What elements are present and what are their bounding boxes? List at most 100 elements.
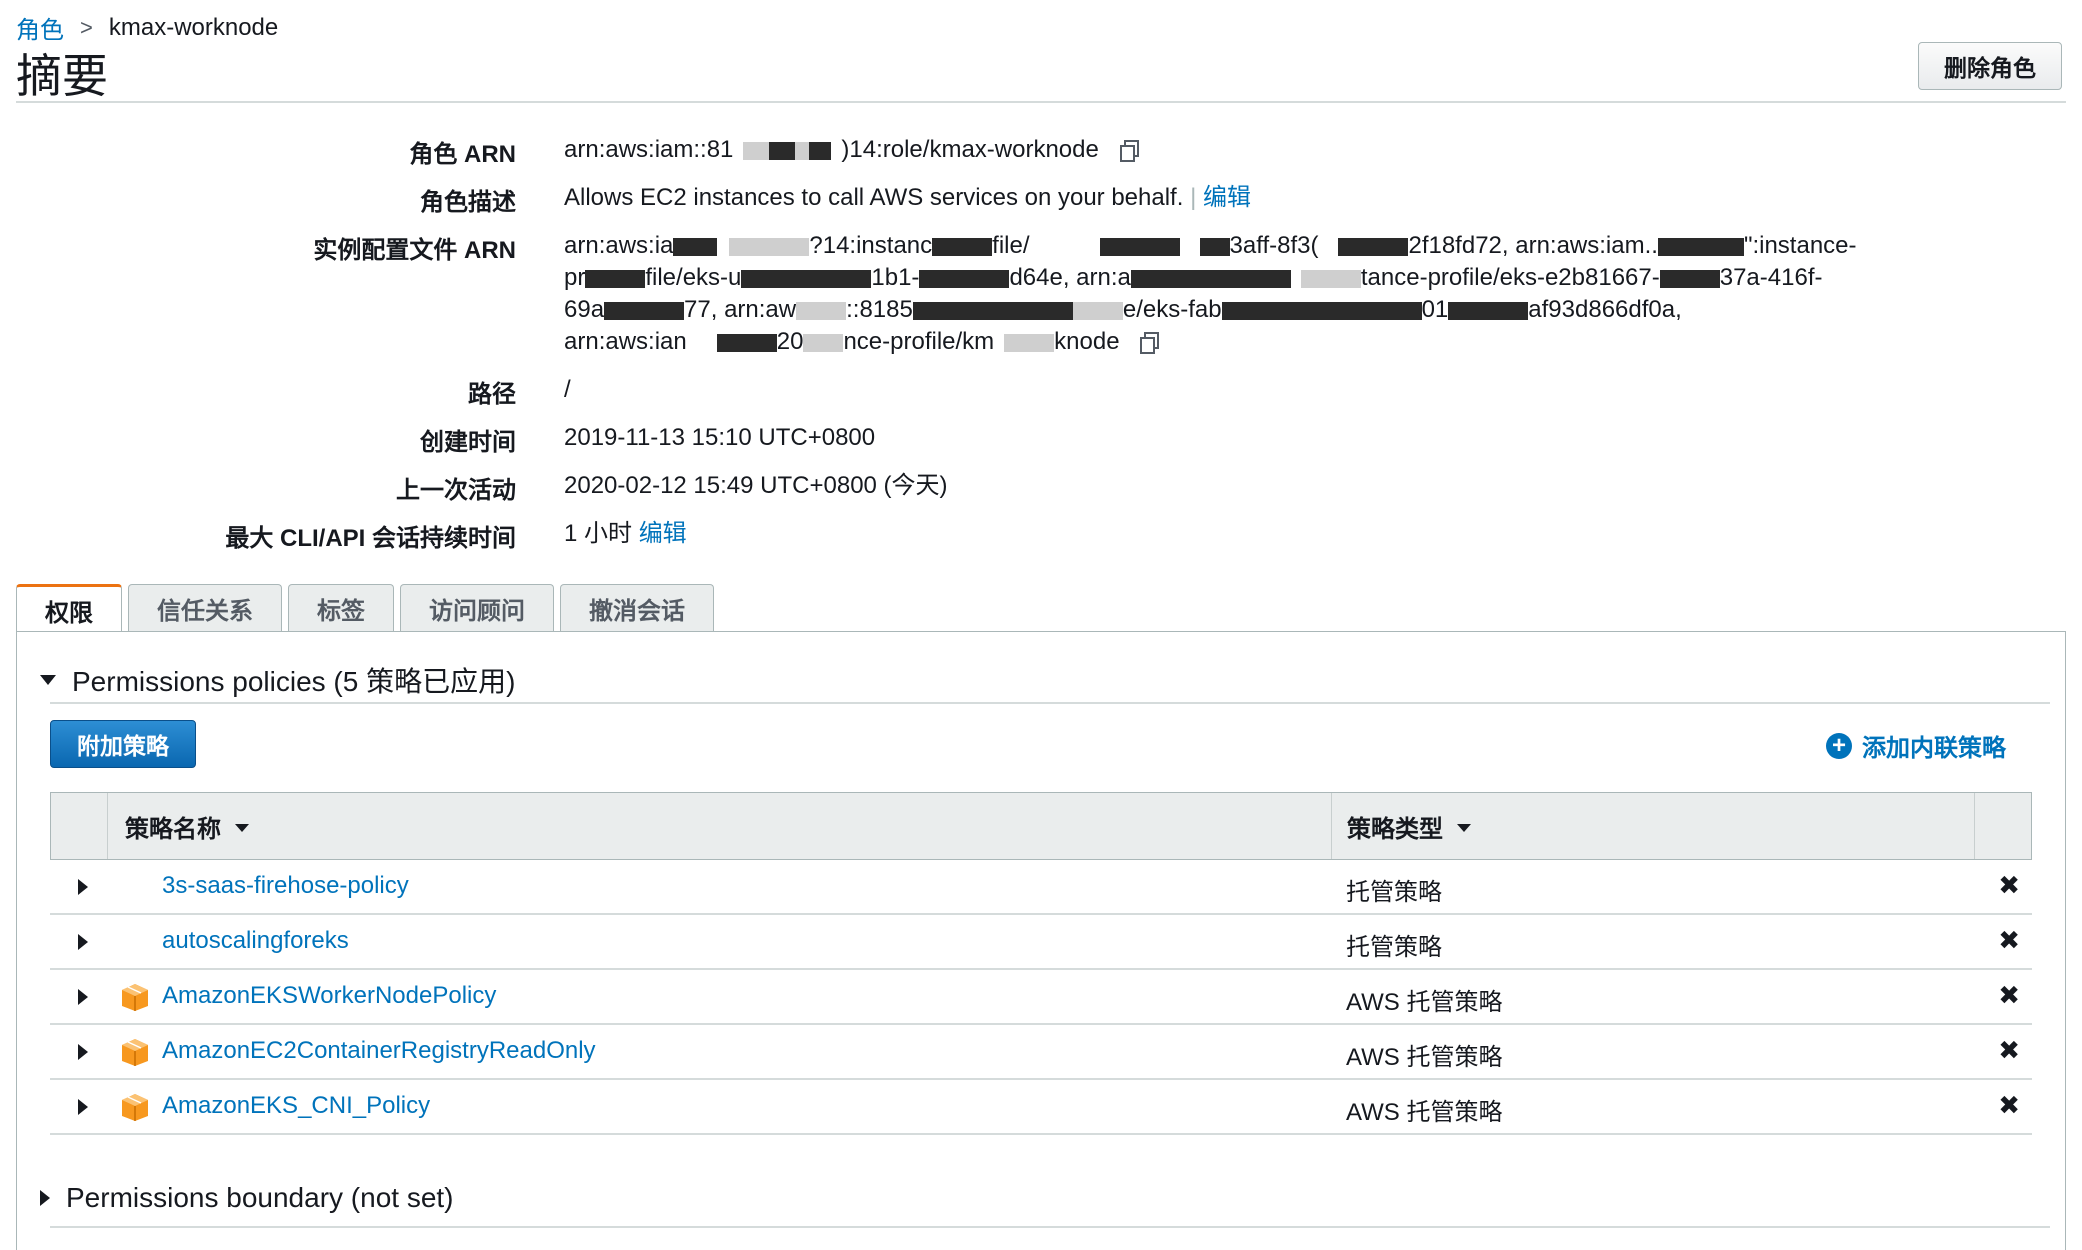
arn-fragment: 77, arn:aw	[684, 296, 797, 323]
chevron-down-icon	[40, 675, 56, 685]
remove-policy-icon[interactable]: ✖	[1998, 1035, 2020, 1066]
table-body: 3s-saas-firehose-policy 托管策略 ✖ autoscalingf…	[50, 860, 2032, 1135]
column-divider	[1974, 793, 1975, 859]
arn-fragment: file/	[992, 232, 1030, 259]
policy-name-link[interactable]: AmazonEKSWorkerNodePolicy	[162, 982, 496, 1010]
arn-fragment: d64e, arn:a	[1009, 264, 1131, 291]
column-policy-name[interactable]: 策略名称	[125, 793, 249, 859]
column-policy-type[interactable]: 策略类型	[1347, 793, 1471, 859]
permissions-boundary-toggle[interactable]: Permissions boundary (not set)	[40, 1182, 454, 1214]
expand-row-icon[interactable]	[78, 1099, 88, 1115]
redaction-mark	[795, 141, 810, 160]
redaction-mark	[1657, 237, 1744, 256]
arn-fragment: af93d866df0a,	[1528, 296, 1682, 323]
max-session-duration: 1 小时	[564, 520, 633, 547]
permissions-policies-title: Permissions policies (5 策略已应用)	[72, 666, 516, 697]
copy-icon[interactable]	[1118, 139, 1142, 163]
last-activity-label: 上一次活动	[396, 477, 516, 504]
tab-permissions[interactable]: 权限	[16, 584, 122, 634]
delete-role-button[interactable]: 删除角色	[1918, 42, 2062, 90]
policy-name-link[interactable]: AmazonEKS_CNI_Policy	[162, 1092, 430, 1120]
sort-down-icon	[235, 824, 249, 832]
remove-policy-icon[interactable]: ✖	[1998, 1090, 2020, 1121]
arn-fragment: 1b1-	[871, 264, 920, 291]
section-divider	[50, 702, 2050, 704]
redaction-mark	[1300, 269, 1361, 288]
tab-trust-relationships[interactable]: 信任关系	[128, 584, 282, 632]
permissions-boundary-title: Permissions boundary (not set)	[66, 1182, 454, 1213]
page-title: 摘要	[16, 50, 108, 102]
path-label: 路径	[468, 381, 516, 408]
arn-fragment: nce-profile/km	[843, 328, 995, 355]
column-policy-name-label: 策略名称	[125, 815, 221, 843]
aws-policy-box-icon	[122, 984, 148, 1011]
plus-circle-icon: +	[1826, 732, 1852, 759]
policies-table: 策略名称 策略类型 3s-saas-firehose-policy 托管策略 ✖ au…	[50, 792, 2032, 1135]
instance-profile-label: 实例配置文件 ARN	[313, 237, 516, 264]
role-arn-label: 角色 ARN	[409, 141, 516, 168]
title-divider	[16, 101, 2066, 103]
breadcrumb-current: kmax-worknode	[108, 13, 279, 41]
redaction-mark	[809, 141, 832, 160]
expand-row-icon[interactable]	[78, 879, 88, 895]
remove-policy-icon[interactable]: ✖	[1998, 925, 2020, 956]
tab-tags[interactable]: 标签	[288, 584, 394, 632]
column-divider	[1331, 793, 1332, 859]
policy-type: AWS 托管策略	[1346, 989, 1503, 1016]
redaction-mark	[673, 237, 718, 256]
redaction-mark	[743, 141, 770, 160]
edit-description-link[interactable]: 编辑	[1203, 184, 1251, 211]
table-row: autoscalingforeks 托管策略 ✖	[50, 915, 2032, 970]
permissions-policies-toggle[interactable]: Permissions policies (5 策略已应用)	[40, 660, 515, 700]
tab-revoke-sessions[interactable]: 撤消会话	[560, 584, 714, 632]
role-description-value: Allows EC2 instances to call AWS service…	[564, 182, 2004, 214]
created-value: 2019-11-13 15:10 UTC+0800	[564, 424, 876, 451]
arn-fragment: e/eks-fab	[1122, 296, 1222, 323]
remove-policy-icon[interactable]: ✖	[1998, 980, 2020, 1011]
policy-type: 托管策略	[1346, 934, 1442, 961]
copy-icon[interactable]	[1138, 331, 1162, 355]
redaction-mark	[803, 333, 844, 352]
redaction-mark	[1199, 237, 1230, 256]
redaction-mark	[769, 141, 796, 160]
arn-fragment: arn:aws:ia	[564, 232, 674, 259]
attach-policies-button[interactable]: 附加策略	[50, 720, 196, 768]
arn-fragment: pr	[564, 264, 586, 291]
expand-row-icon[interactable]	[78, 934, 88, 950]
table-row: 3s-saas-firehose-policy 托管策略 ✖	[50, 860, 2032, 915]
instance-profile-line-3: 69a 77, arn:aw::8185 e/eks-fab 01 af93d866df…	[564, 294, 2004, 326]
redaction-mark	[912, 301, 1073, 320]
created-label: 创建时间	[420, 429, 516, 456]
role-description-label: 角色描述	[420, 189, 516, 216]
redaction-mark	[1099, 237, 1180, 256]
policy-name-link[interactable]: AmazonEC2ContainerRegistryReadOnly	[162, 1037, 596, 1065]
edit-session-link[interactable]: 编辑	[639, 520, 687, 547]
expand-row-icon[interactable]	[78, 989, 88, 1005]
redaction-mark	[796, 301, 847, 320]
policy-name-link[interactable]: autoscalingforeks	[162, 927, 349, 955]
table-row: AmazonEC2ContainerRegistryReadOnly AWS 托管…	[50, 1025, 2032, 1080]
max-session-value: 1 小时 编辑	[564, 518, 2004, 550]
arn-fragment: 3aff-8f3(	[1229, 232, 1319, 259]
arn-fragment: 2f18fd72, arn:aws:iam..	[1408, 232, 1658, 259]
remove-policy-icon[interactable]: ✖	[1998, 870, 2020, 901]
max-session-label: 最大 CLI/API 会话持续时间	[225, 525, 516, 552]
tab-access-advisor[interactable]: 访问顾问	[400, 584, 554, 632]
table-header: 策略名称 策略类型	[50, 792, 2032, 860]
policy-name-link[interactable]: 3s-saas-firehose-policy	[162, 872, 409, 900]
instance-profile-line-4: arn:aws:ian 20 nce-profile/km knode	[564, 326, 2004, 358]
role-arn-prefix: arn:aws:iam::81	[564, 136, 734, 163]
add-inline-policy-link[interactable]: + 添加内联策略	[1826, 728, 2006, 763]
breadcrumb-separator: >	[80, 14, 93, 40]
arn-fragment: file/eks-u	[645, 264, 742, 291]
role-arn-suffix: )14:role/kmax-worknode	[841, 136, 1099, 163]
expand-row-icon[interactable]	[78, 1044, 88, 1060]
arn-fragment: ":instance-	[1743, 232, 1857, 259]
instance-profile-line-2: pr file/eks-u 1b1- d64e, arn:a tance-profile…	[564, 262, 2004, 294]
arn-fragment: arn:aws:ian	[564, 328, 687, 355]
aws-policy-box-icon	[122, 1039, 148, 1066]
table-row: AmazonEKS_CNI_Policy AWS 托管策略 ✖	[50, 1080, 2032, 1135]
redaction-mark	[932, 237, 993, 256]
chevron-right-icon	[40, 1190, 50, 1206]
redaction-mark	[604, 301, 685, 320]
